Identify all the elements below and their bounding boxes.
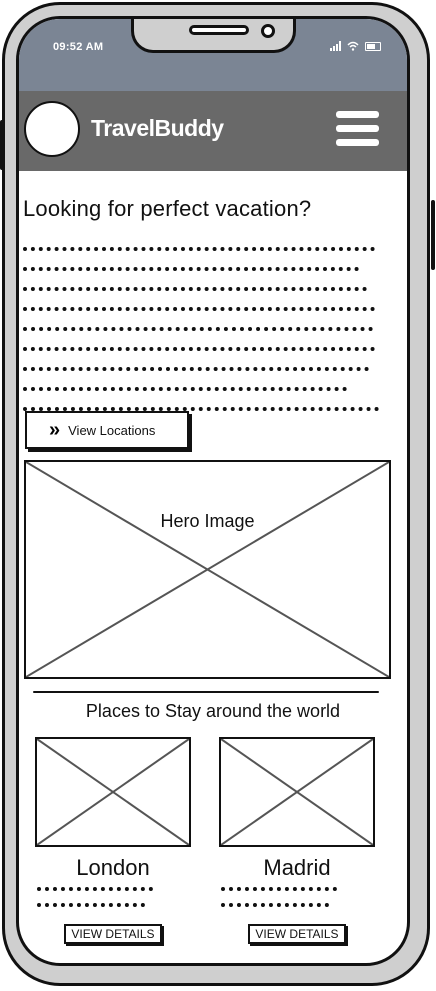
- chevron-double-right-icon: »: [49, 419, 61, 441]
- image-placeholder-icon: [220, 738, 374, 846]
- hamburger-menu-icon[interactable]: [336, 111, 379, 147]
- status-time: 09:52 AM: [53, 41, 104, 53]
- view-details-button[interactable]: VIEW DETAILS: [248, 924, 346, 944]
- view-locations-label: View Locations: [68, 422, 156, 438]
- place-name: Madrid: [263, 855, 331, 880]
- place-name: London: [76, 855, 150, 880]
- status-bar: 09:52 AM: [19, 19, 407, 91]
- speaker-icon: [189, 25, 249, 35]
- place-description-placeholder: [221, 887, 375, 910]
- intro-paragraph-placeholder: [23, 247, 383, 427]
- phone-side-button-left: [0, 120, 4, 170]
- camera-icon: [261, 24, 275, 38]
- phone-side-button-right: [431, 200, 435, 270]
- hero-image: Hero Image: [24, 460, 391, 679]
- app-header: TravelBuddy: [19, 91, 407, 171]
- battery-icon: [365, 41, 381, 51]
- hero-image-label: Hero Image: [160, 511, 255, 531]
- status-icons: [330, 41, 381, 51]
- place-card-madrid: Madrid VIEW DETAILS: [219, 737, 375, 944]
- phone-notch: [131, 19, 296, 53]
- app-brand[interactable]: TravelBuddy: [91, 115, 224, 142]
- view-details-button[interactable]: VIEW DETAILS: [64, 924, 162, 944]
- image-placeholder-icon: [36, 738, 190, 846]
- place-image: [35, 737, 191, 847]
- page-title: Looking for perfect vacation?: [23, 196, 312, 221]
- place-card-london: London VIEW DETAILS: [35, 737, 191, 944]
- place-image: [219, 737, 375, 847]
- phone-screen: 09:52 AM TravelBuddy Looking for perfect…: [16, 16, 410, 966]
- places-section-title: Places to Stay around the world: [85, 701, 341, 721]
- logo-avatar[interactable]: [24, 101, 80, 157]
- view-locations-button[interactable]: » View Locations: [25, 411, 189, 449]
- image-placeholder-icon: [26, 462, 389, 677]
- wifi-icon: [347, 41, 359, 51]
- place-description-placeholder: [37, 887, 191, 910]
- signal-icon: [330, 41, 341, 51]
- section-divider: [33, 691, 379, 693]
